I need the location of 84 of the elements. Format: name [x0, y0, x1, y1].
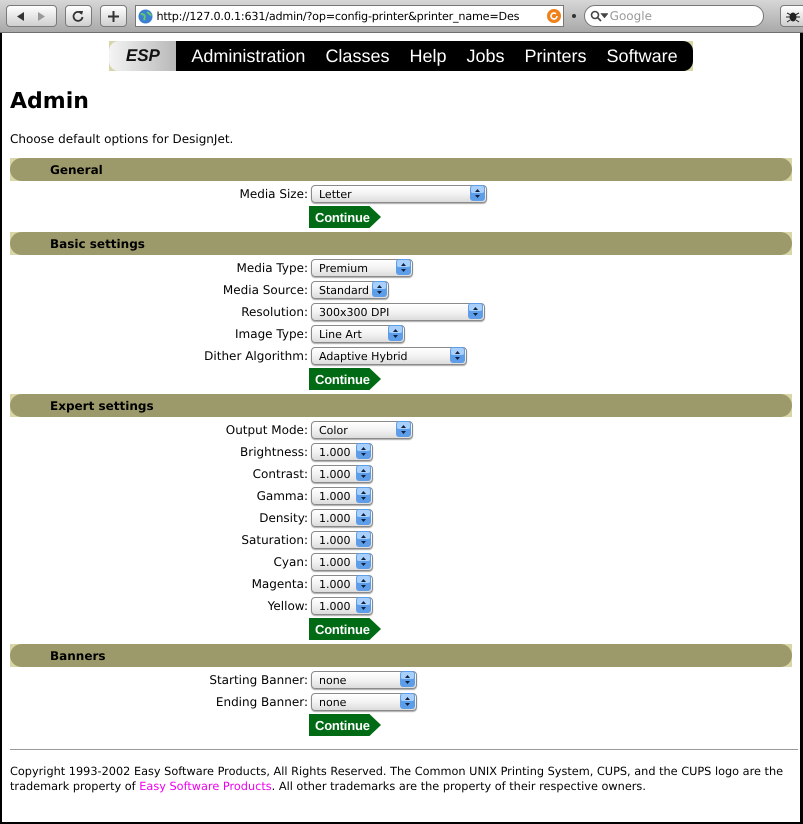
stepper-arrows-icon	[356, 531, 372, 549]
search-icon	[590, 10, 608, 22]
stepper-arrows-icon	[356, 443, 372, 461]
address-field[interactable]: http://127.0.0.1:631/admin/?op=config-printer&printer_name=Des	[135, 5, 564, 27]
field-label: Starting Banner:	[208, 673, 308, 687]
select-field[interactable]: none	[311, 693, 417, 711]
copyright-text: Copyright 1993-2002 Easy Software Products, All Rights Reserved. The Common UNIX Printing System, CUPS, and the CUPS logo are the trademark property of Easy Software Products. All other trademarks are the property of their respective owners.	[10, 764, 784, 794]
select-field[interactable]: 300x300 DPI	[311, 303, 485, 321]
select-field[interactable]: none	[311, 671, 417, 689]
field-label: Dither Algorithm:	[203, 349, 308, 363]
field-label: Image Type:	[234, 327, 308, 341]
nav-link[interactable]: Classes	[314, 46, 398, 66]
right-arrow-icon	[38, 12, 46, 20]
field-label: Density:	[258, 511, 308, 525]
continue-button[interactable]: Continue	[309, 206, 381, 228]
address-text: http://127.0.0.1:631/admin/?op=config-printer&printer_name=Des	[156, 10, 520, 22]
section-header: Basic settings	[10, 232, 792, 255]
select-field[interactable]: 1.000	[311, 597, 373, 615]
search-field[interactable]: Google	[584, 5, 764, 27]
stepper-arrows-icon	[356, 553, 372, 571]
stepper-arrows-icon	[396, 421, 412, 439]
select-field[interactable]: Color	[311, 421, 413, 439]
stepper-arrows-icon	[400, 671, 416, 689]
back-forward-button[interactable]	[6, 5, 57, 27]
field-label: Gamma:	[256, 489, 308, 503]
stepper-arrows-icon	[356, 509, 372, 527]
field-label: Saturation:	[240, 533, 308, 547]
select-field[interactable]: 1.000	[311, 531, 373, 549]
nav-link[interactable]: Help	[398, 46, 456, 66]
section-header: Expert settings	[10, 394, 792, 417]
stepper-arrows-icon	[450, 347, 466, 365]
section-header: General	[10, 158, 792, 181]
select-field[interactable]: 1.000	[311, 553, 373, 571]
field-label: Magenta:	[250, 577, 308, 591]
stepper-arrows-icon	[356, 465, 372, 483]
field-label: Media Source:	[222, 283, 308, 297]
nav-link[interactable]: Printers	[514, 46, 596, 66]
field-label: Contrast:	[252, 467, 308, 481]
esp-logo[interactable]: ESP	[109, 41, 176, 71]
stepper-arrows-icon	[400, 693, 416, 711]
select-field[interactable]: Standard	[311, 281, 389, 299]
nav-link[interactable]: Software	[596, 46, 687, 66]
plus-icon	[108, 10, 120, 22]
select-field[interactable]: 1.000	[311, 575, 373, 593]
page-description: Choose default options for DesignJet.	[10, 132, 234, 146]
stepper-arrows-icon	[396, 259, 412, 277]
nav-link[interactable]: Administration	[180, 46, 314, 66]
reload-icon	[72, 10, 84, 22]
reload-button[interactable]	[64, 5, 92, 27]
continue-button[interactable]: Continue	[309, 714, 381, 736]
page-title: Admin	[10, 89, 90, 114]
select-field[interactable]: Premium	[311, 259, 413, 277]
select-field[interactable]: 1.000	[311, 509, 373, 527]
stepper-arrows-icon	[372, 281, 388, 299]
field-label: Brightness:	[239, 445, 308, 459]
globe-icon	[138, 8, 154, 24]
field-label: Cyan:	[272, 555, 308, 569]
section-header: Banners	[10, 644, 792, 667]
company-link[interactable]: Easy Software Products	[139, 780, 272, 793]
stepper-arrows-icon	[470, 185, 486, 203]
stepper-arrows-icon	[356, 575, 372, 593]
select-field[interactable]: 1.000	[311, 487, 373, 505]
field-label: Yellow:	[266, 599, 308, 613]
field-label: Media Size:	[238, 187, 308, 201]
add-bookmark-button[interactable]	[100, 5, 128, 27]
nav-link[interactable]: Jobs	[456, 46, 514, 66]
bug-report-button[interactable]	[780, 5, 803, 27]
stepper-arrows-icon	[356, 597, 372, 615]
field-label: Ending Banner:	[214, 695, 308, 709]
stepper-arrows-icon	[468, 303, 484, 321]
field-label: Media Type:	[236, 261, 308, 275]
refresh-icon	[546, 9, 561, 23]
field-label: Output Mode:	[224, 423, 308, 437]
select-field[interactable]: Adaptive Hybrid	[311, 347, 467, 365]
continue-button[interactable]: Continue	[309, 368, 381, 390]
left-arrow-icon	[17, 12, 24, 20]
select-field[interactable]: 1.000	[311, 443, 373, 461]
select-field[interactable]: 1.000	[311, 465, 373, 483]
stepper-arrows-icon	[356, 487, 372, 505]
field-label: Resolution:	[240, 305, 308, 319]
select-field[interactable]: Letter	[311, 185, 487, 203]
select-field[interactable]: Line Art	[311, 325, 405, 343]
continue-button[interactable]: Continue	[309, 618, 381, 640]
stepper-arrows-icon	[388, 325, 404, 343]
